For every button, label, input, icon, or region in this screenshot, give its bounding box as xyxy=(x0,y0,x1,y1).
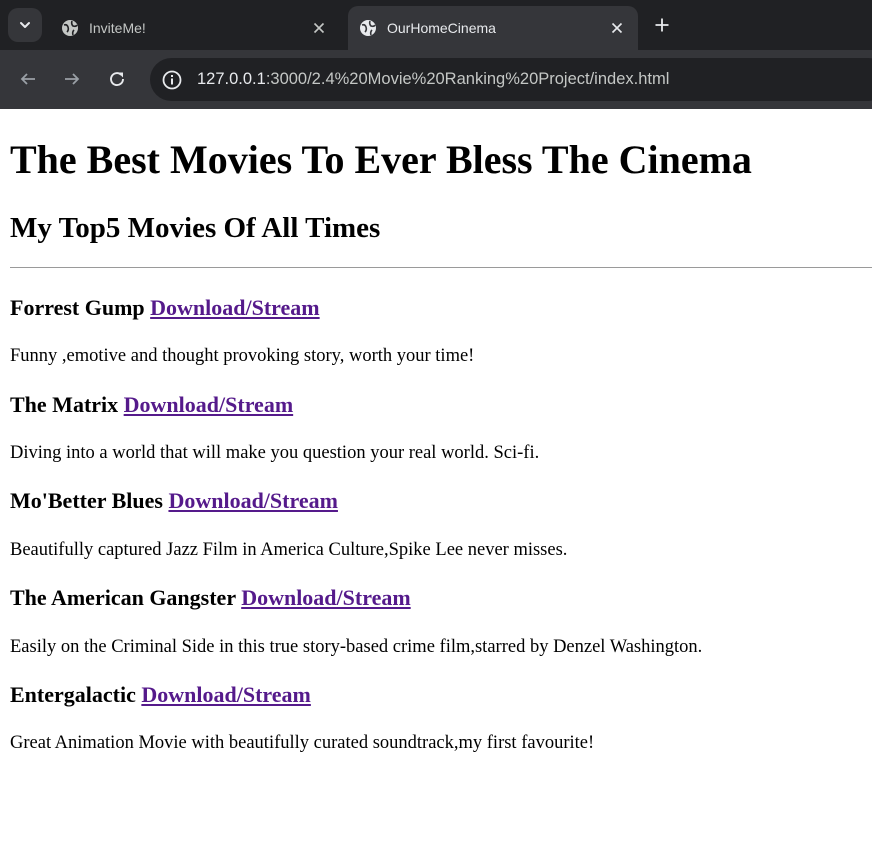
download-stream-link[interactable]: Download/Stream xyxy=(168,488,338,513)
movie-title: Entergalactic xyxy=(10,682,136,707)
movie-title: Forrest Gump xyxy=(10,295,145,320)
chevron-down-icon xyxy=(20,22,30,28)
forward-button[interactable] xyxy=(59,66,85,92)
arrow-left-icon xyxy=(20,73,35,85)
close-icon xyxy=(313,22,325,34)
info-icon[interactable] xyxy=(161,69,183,91)
new-tab-button[interactable] xyxy=(650,13,674,37)
movie-heading: The American Gangster Download/Stream xyxy=(10,585,411,611)
reload-button[interactable] xyxy=(104,66,130,92)
tab-inviteme[interactable]: InviteMe! xyxy=(50,6,340,50)
globe-icon xyxy=(360,20,376,36)
movie-description: Great Animation Movie with beautifully c… xyxy=(10,733,595,753)
close-icon xyxy=(611,22,623,34)
tab-title: InviteMe! xyxy=(89,20,146,36)
page-content: The Best Movies To Ever Bless The Cinema… xyxy=(0,109,872,842)
download-stream-link[interactable]: Download/Stream xyxy=(150,295,320,320)
browser-toolbar: 127.0.0.1:3000/2.4%20Movie%20Ranking%20P… xyxy=(0,50,872,109)
browser-tab-bar: InviteMe! OurHomeCinema xyxy=(0,0,872,50)
movie-title: The American Gangster xyxy=(10,585,236,610)
download-stream-link[interactable]: Download/Stream xyxy=(124,392,294,417)
movie-title: Mo'Better Blues xyxy=(10,488,163,513)
close-tab-button[interactable] xyxy=(606,17,628,39)
url-text[interactable]: 127.0.0.1:3000/2.4%20Movie%20Ranking%20P… xyxy=(197,70,669,89)
movie-description: Beautifully captured Jazz Film in Americ… xyxy=(10,540,568,560)
plus-icon xyxy=(655,18,669,32)
movie-heading: Entergalactic Download/Stream xyxy=(10,682,311,708)
movie-description: Easily on the Criminal Side in this true… xyxy=(10,637,703,657)
back-button[interactable] xyxy=(15,66,41,92)
tab-title: OurHomeCinema xyxy=(387,20,496,36)
globe-icon xyxy=(62,20,78,36)
movie-description: Funny ,emotive and thought provoking sto… xyxy=(10,346,475,366)
tab-search-button[interactable] xyxy=(8,8,42,42)
address-bar[interactable]: 127.0.0.1:3000/2.4%20Movie%20Ranking%20P… xyxy=(150,58,872,101)
movie-heading: Mo'Better Blues Download/Stream xyxy=(10,488,338,514)
page-title: The Best Movies To Ever Bless The Cinema xyxy=(10,137,752,182)
movie-heading: The Matrix Download/Stream xyxy=(10,392,293,418)
divider xyxy=(10,267,872,268)
arrow-right-icon xyxy=(65,73,80,85)
page-subtitle: My Top5 Movies Of All Times xyxy=(10,212,381,244)
tab-ourhomecinema[interactable]: OurHomeCinema xyxy=(348,6,638,50)
download-stream-link[interactable]: Download/Stream xyxy=(141,682,311,707)
reload-icon xyxy=(110,72,124,87)
movie-description: Diving into a world that will make you q… xyxy=(10,443,540,463)
download-stream-link[interactable]: Download/Stream xyxy=(241,585,411,610)
url-path: :3000/2.4%20Movie%20Ranking%20Project/in… xyxy=(265,70,670,88)
movie-heading: Forrest Gump Download/Stream xyxy=(10,295,320,321)
close-tab-button[interactable] xyxy=(308,17,330,39)
url-host: 127.0.0.1 xyxy=(197,70,266,88)
movie-title: The Matrix xyxy=(10,392,119,417)
